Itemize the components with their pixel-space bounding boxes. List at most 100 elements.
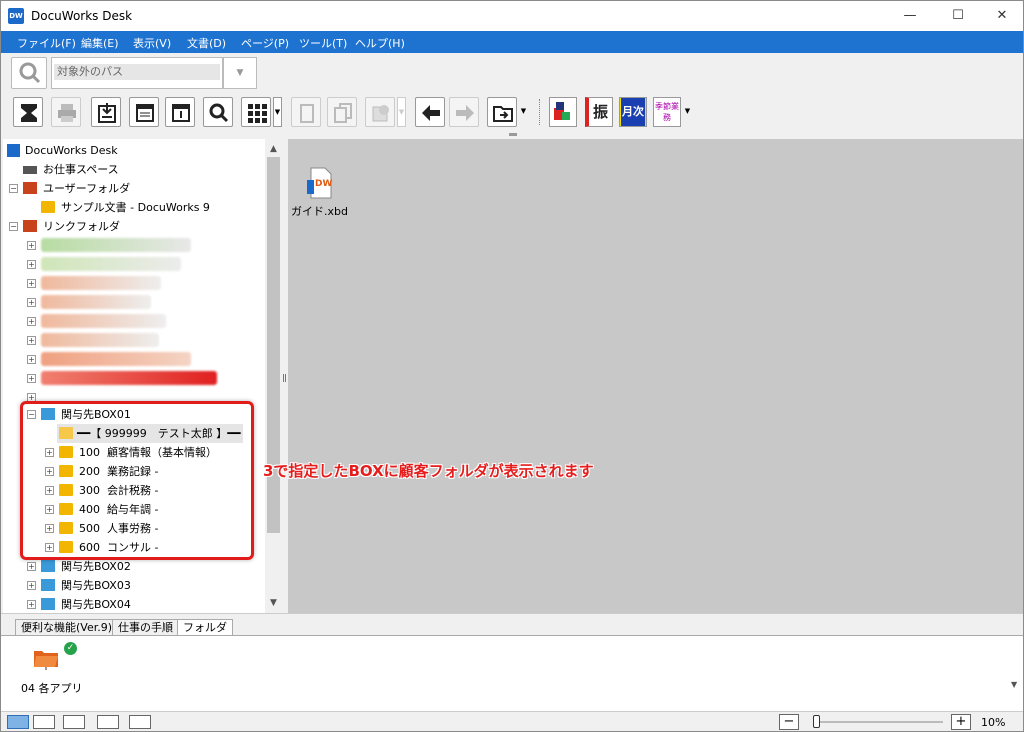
zoom-out-button[interactable]: − <box>779 714 799 730</box>
expand-toggle[interactable]: + <box>27 562 36 571</box>
find-button[interactable] <box>203 97 233 127</box>
folder-up-button[interactable] <box>487 97 517 127</box>
collapse-toggle[interactable]: − <box>9 222 18 231</box>
tree-box04[interactable]: + 関与先BOX04 <box>3 595 265 613</box>
menu-edit[interactable]: 編集(E) <box>81 35 119 51</box>
tree-hidden-item[interactable]: + <box>3 274 265 293</box>
path-field[interactable]: 対象外のパス <box>51 57 223 89</box>
zoom-in-button[interactable]: + <box>951 714 971 730</box>
redacted-item <box>41 352 191 366</box>
menu-page[interactable]: ページ(P) <box>241 35 289 51</box>
tree-hidden-item[interactable]: + <box>3 331 265 350</box>
furikae-button[interactable]: 振 <box>585 97 613 127</box>
tree-user-folder[interactable]: − ユーザーフォルダ <box>3 179 265 198</box>
tree-sample[interactable]: サンプル文書 - DocuWorks 9 <box>3 198 265 217</box>
print-button[interactable] <box>51 97 81 127</box>
search-button[interactable] <box>11 57 47 89</box>
tree-sample-label: サンプル文書 - DocuWorks 9 <box>61 201 210 214</box>
path-input[interactable]: 対象外のパス <box>54 64 220 80</box>
tree-root[interactable]: DocuWorks Desk <box>3 141 265 160</box>
scroll-down-arrow[interactable]: ▼ <box>265 595 282 611</box>
folder-up-dropdown[interactable]: ▼ <box>519 97 528 127</box>
tree-hidden-item[interactable]: + <box>3 255 265 274</box>
docuworks-icon <box>7 144 20 157</box>
copy-button[interactable] <box>291 97 321 127</box>
back-button[interactable] <box>415 97 445 127</box>
tree-link-folder[interactable]: − リンクフォルダ <box>3 217 265 236</box>
menu-document[interactable]: 文書(D) <box>187 35 226 51</box>
tray-view-button[interactable] <box>129 715 151 729</box>
menu-help[interactable]: ヘルプ(H) <box>355 35 405 51</box>
redacted-item <box>41 257 181 271</box>
close-button[interactable]: ✕ <box>979 1 1024 31</box>
arrow-right-icon <box>456 105 474 121</box>
horizontal-splitter[interactable] <box>1 131 1023 139</box>
tab-features[interactable]: 便利な機能(Ver.9) <box>15 619 119 636</box>
tree-hidden-item[interactable]: + <box>3 293 265 312</box>
view-grid-button[interactable] <box>241 97 271 127</box>
menu-tools[interactable]: ツール(T) <box>299 35 347 51</box>
tree-box03[interactable]: + 関与先BOX03 <box>3 576 265 595</box>
menu-bar: ファイル(F) 編集(E) 表示(V) 文書(D) ページ(P) ツール(T) … <box>1 31 1023 53</box>
toolbar-separator <box>539 99 540 125</box>
expand-toggle[interactable]: + <box>27 241 36 250</box>
xbd-file-icon[interactable]: DW <box>305 166 335 200</box>
expand-toggle[interactable]: + <box>27 260 36 269</box>
expand-toggle[interactable]: + <box>27 336 36 345</box>
panel-dropdown[interactable]: ▼ <box>1011 680 1017 689</box>
document-area[interactable]: DW ガイド.xbd <box>288 139 1023 613</box>
list-view-button[interactable] <box>33 715 55 729</box>
preview-view-button[interactable] <box>97 715 119 729</box>
monthly-button[interactable]: 月次 <box>619 97 647 127</box>
window-title: DocuWorks Desk <box>31 9 133 23</box>
expand-toggle[interactable]: + <box>27 298 36 307</box>
seasonal-button[interactable]: 季節業務 <box>653 97 681 127</box>
bottom-tabs: 便利な機能(Ver.9) 仕事の手順 フォルダ <box>1 613 1023 636</box>
view-grid-dropdown[interactable]: ▼ <box>273 97 282 127</box>
expand-toggle[interactable]: + <box>27 600 36 609</box>
app-launcher-button[interactable] <box>549 97 577 127</box>
menu-view[interactable]: 表示(V) <box>133 35 171 51</box>
properties-button[interactable] <box>165 97 195 127</box>
expand-toggle[interactable]: + <box>27 355 36 364</box>
tree-workspace[interactable]: お仕事スペース <box>3 160 265 179</box>
shared-folder-icon[interactable] <box>33 648 59 670</box>
expand-toggle[interactable]: + <box>27 581 36 590</box>
expand-toggle[interactable]: + <box>27 279 36 288</box>
expand-toggle[interactable]: + <box>27 374 36 383</box>
redacted-item <box>41 238 191 252</box>
tree-hidden-item[interactable]: + <box>3 350 265 369</box>
scroll-up-arrow[interactable]: ▲ <box>265 141 282 157</box>
redacted-item <box>41 371 217 385</box>
tab-folder[interactable]: フォルダ <box>177 619 233 636</box>
path-dropdown[interactable]: ▼ <box>223 57 257 89</box>
seasonal-dropdown[interactable]: ▼ <box>683 97 692 127</box>
minimize-button[interactable]: — <box>887 1 933 31</box>
collapse-toggle[interactable]: − <box>9 184 18 193</box>
tab-procedure[interactable]: 仕事の手順 <box>112 619 179 636</box>
annotation-button[interactable] <box>129 97 159 127</box>
redacted-item <box>41 333 159 347</box>
box-icon <box>41 560 55 572</box>
maximize-button[interactable]: ☐ <box>935 1 981 31</box>
zoom-slider[interactable] <box>813 715 943 728</box>
detail-view-button[interactable] <box>63 715 85 729</box>
paste-button[interactable] <box>327 97 357 127</box>
tree-hidden-item[interactable]: + <box>3 369 265 388</box>
toolbar: ▼ ▼ ▼ 振 月次 季節業務 ▼ <box>1 93 1023 131</box>
tree-hidden-item[interactable]: + <box>3 236 265 255</box>
app-launcher-icon <box>554 102 570 120</box>
zoom-slider-knob[interactable] <box>813 715 820 728</box>
thumbnail-view-button[interactable] <box>7 715 29 729</box>
tree-scrollbar[interactable]: ▲ ▼ <box>265 139 282 613</box>
highlight-box <box>20 401 254 560</box>
menu-file[interactable]: ファイル(F) <box>17 35 76 51</box>
expand-toggle[interactable]: + <box>27 317 36 326</box>
box-icon <box>41 579 55 591</box>
convert-dropdown[interactable]: ▼ <box>397 97 406 127</box>
tree-hidden-item[interactable]: + <box>3 312 265 331</box>
import-button[interactable] <box>91 97 121 127</box>
tray-button[interactable] <box>13 97 43 127</box>
forward-button[interactable] <box>449 97 479 127</box>
convert-button[interactable] <box>365 97 395 127</box>
